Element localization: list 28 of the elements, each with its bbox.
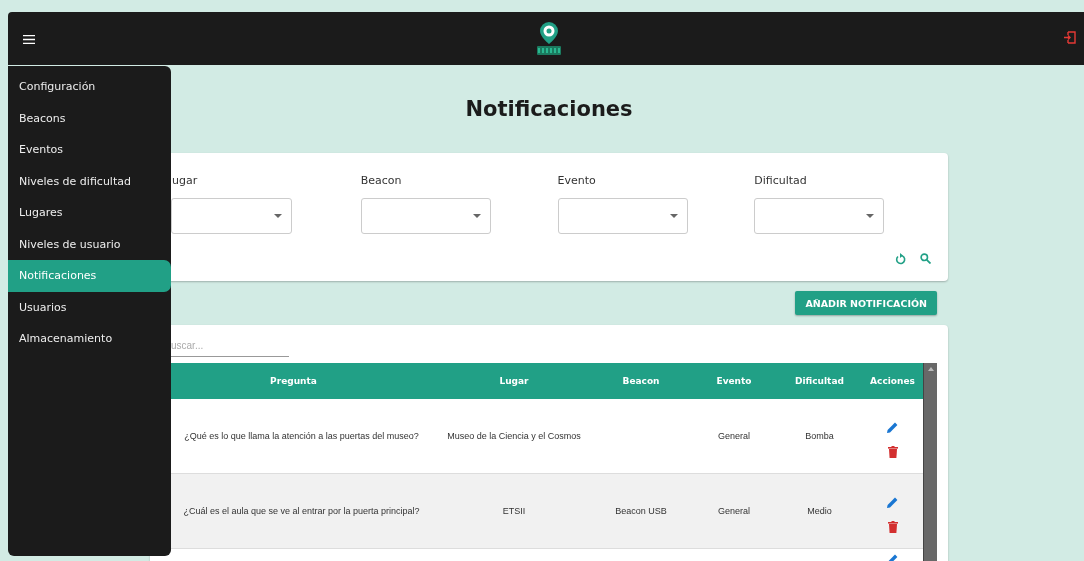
table-cell: General (718, 431, 750, 441)
filter-label: ugar (171, 173, 199, 189)
column-header: Beacon (621, 376, 661, 386)
table-cell: Bomba (805, 431, 834, 441)
drawer-item[interactable]: Lugares (8, 197, 171, 229)
table-cell: ¿Cuál es el aula que se ve al entrar por la puerta principal? (183, 506, 420, 516)
column-header: Dificultad (794, 376, 845, 386)
drawer-item[interactable]: Beacons (8, 102, 171, 134)
filter-label: Beacon (360, 173, 403, 189)
column-header: Evento (715, 376, 753, 386)
column-header: Acciones (869, 376, 916, 386)
table-cell: Beacon USB (615, 506, 667, 516)
drawer-item[interactable]: Configuración (8, 71, 171, 103)
page-title: Notificaciones (464, 96, 634, 123)
table-cell: General (718, 506, 750, 516)
table-cell: Museo de la Ciencia y el Cosmos (447, 431, 581, 441)
drawer-item[interactable]: Niveles de usuario (8, 228, 171, 260)
drawer-item[interactable]: Niveles de dificultad (8, 165, 171, 197)
drawer-item[interactable]: Almacenamiento (8, 323, 171, 355)
drawer-item[interactable]: Usuarios (8, 291, 171, 323)
table-cell: Medio (807, 506, 832, 516)
table-cell: ETSII (502, 506, 526, 516)
drawer-item[interactable]: Eventos (8, 134, 171, 166)
filter-label: Dificultad (754, 173, 808, 189)
column-header: Lugar (498, 376, 530, 386)
table-cell: ¿Qué es lo que llama la atención a las puertas del museo? (184, 431, 419, 441)
column-header: Pregunta (269, 376, 318, 386)
filter-label: Evento (557, 173, 597, 189)
